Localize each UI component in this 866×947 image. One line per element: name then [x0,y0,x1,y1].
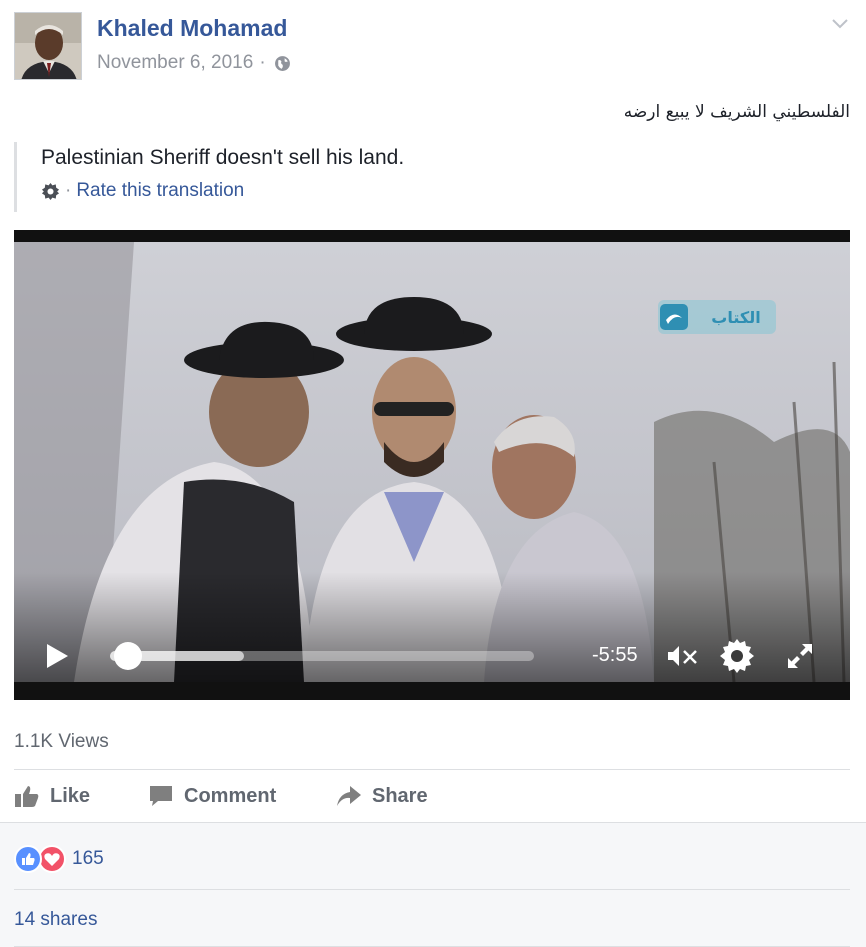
chevron-down-icon[interactable] [830,16,850,30]
reactions-count: 165 [72,848,104,869]
video-letterbox-top [14,230,850,242]
like-button[interactable]: Like [14,780,90,812]
translation-text: Palestinian Sheriff doesn't sell his lan… [41,146,405,169]
like-reaction-icon [14,845,42,873]
channel-logo-text: الكتاب [711,308,760,327]
globe-icon[interactable] [274,55,291,72]
rate-translation-link[interactable]: · Rate this translation [41,180,244,202]
meta-separator: · [259,52,266,73]
comment-label: Comment [184,784,277,807]
post-actions: Like Comment Share [14,780,850,814]
expand-icon[interactable] [784,640,816,672]
author-name[interactable]: Khaled Mohamad [97,15,287,42]
comment-button[interactable]: Comment [148,780,276,812]
love-reaction-icon [38,845,66,873]
video-letterbox-bottom [14,682,850,700]
gear-icon[interactable] [719,638,755,674]
share-label: Share [372,784,428,807]
post-original-text: الفلسطيني الشريف لا يبيع ارضه [623,102,850,122]
post-date[interactable]: November 6, 2016 [97,52,253,74]
shares-count[interactable]: 14 shares [14,909,97,931]
post-footer: 165 14 shares [0,822,866,947]
author-avatar[interactable] [14,12,82,80]
reactions-summary[interactable]: 165 [14,845,104,873]
thumbs-up-icon [15,786,39,807]
muted-speaker-icon[interactable] [666,643,700,669]
rate-separator: · [65,180,72,201]
post-meta: November 6, 2016 · [97,52,291,74]
video-player[interactable]: الكتاب -5:55 [14,230,850,700]
time-remaining: -5:55 [592,644,638,666]
share-arrow-icon [337,786,361,806]
share-button[interactable]: Share [336,780,428,812]
seek-handle[interactable] [114,642,142,670]
facebook-post: Khaled Mohamad November 6, 2016 · الفلسط… [0,0,866,947]
comment-icon [150,786,172,806]
view-count: 1.1K Views [14,731,109,752]
divider [14,769,850,770]
play-icon[interactable] [44,642,70,670]
gear-icon [41,182,60,200]
divider [14,889,850,890]
translation-block: Palestinian Sheriff doesn't sell his lan… [14,142,514,212]
like-label: Like [50,784,91,807]
channel-logo: الكتاب [658,300,776,334]
rate-translation-label: Rate this translation [76,180,245,201]
